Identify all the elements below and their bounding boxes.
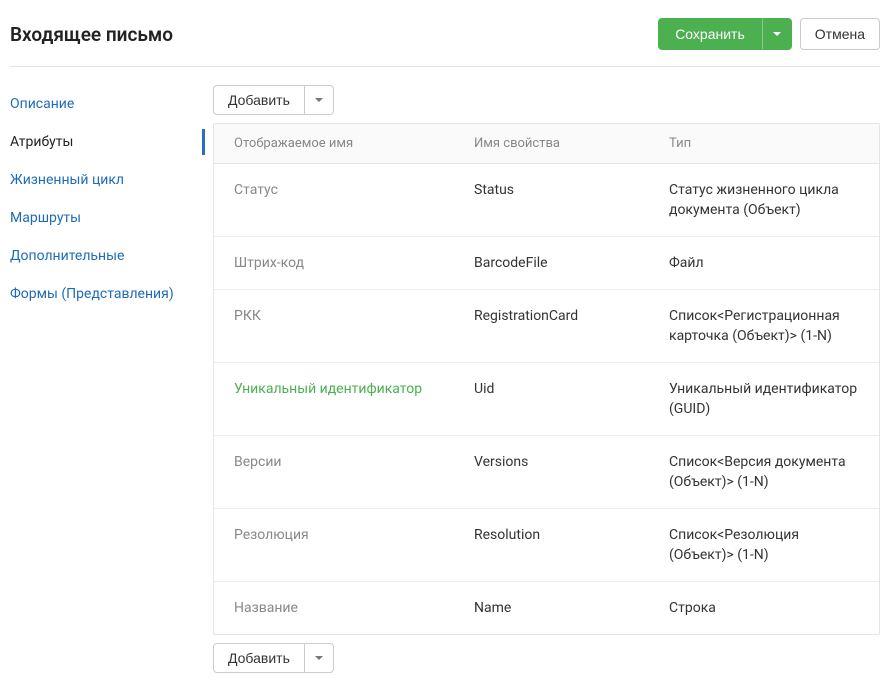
- column-header-display: Отображаемое имя: [214, 124, 454, 163]
- cell-display-name: Резолюция: [214, 509, 454, 581]
- table-row[interactable]: Уникальный идентификаторUidУникальный ид…: [214, 363, 879, 436]
- cell-display-name: Название: [214, 582, 454, 634]
- sidebar-item-attributes[interactable]: Атрибуты: [10, 123, 205, 161]
- page-title: Входящее письмо: [10, 23, 173, 46]
- page-header: Входящее письмо Сохранить Отмена: [10, 12, 880, 67]
- table-row[interactable]: РезолюцияResolutionСписок<Резолюция (Объ…: [214, 509, 879, 582]
- sidebar-item-forms[interactable]: Формы (Представления): [10, 275, 205, 313]
- table-body: СтатусStatusСтатус жизненного цикла доку…: [214, 164, 879, 634]
- table-header: Отображаемое имя Имя свойства Тип: [214, 124, 879, 164]
- cell-property-name: Resolution: [454, 509, 649, 581]
- cell-property-name: Status: [454, 164, 649, 236]
- add-button-group-top: Добавить: [213, 85, 880, 115]
- save-button[interactable]: Сохранить: [658, 18, 762, 50]
- cell-property-name: Versions: [454, 436, 649, 508]
- cell-type: Статус жизненного цикла документа (Объек…: [649, 164, 879, 236]
- sidebar-item-lifecycle[interactable]: Жизненный цикл: [10, 161, 205, 199]
- sidebar: ОписаниеАтрибутыЖизненный циклМаршрутыДо…: [10, 85, 213, 681]
- chevron-down-icon: [315, 656, 323, 660]
- save-button-group: Сохранить: [658, 18, 792, 50]
- table-row[interactable]: РККRegistrationCardСписок<Регистрационна…: [214, 290, 879, 363]
- table-row[interactable]: ВерсииVersionsСписок<Версия документа (О…: [214, 436, 879, 509]
- main-content: Добавить Отображаемое имя Имя свойства Т…: [213, 85, 880, 681]
- attributes-table: Отображаемое имя Имя свойства Тип Статус…: [213, 123, 880, 635]
- cell-property-name: Uid: [454, 363, 649, 435]
- cell-type: Строка: [649, 582, 879, 634]
- cell-property-name: Name: [454, 582, 649, 634]
- table-row[interactable]: Штрих-кодBarcodeFileФайл: [214, 237, 879, 290]
- cell-property-name: RegistrationCard: [454, 290, 649, 362]
- cell-display-name: Версии: [214, 436, 454, 508]
- sidebar-item-description[interactable]: Описание: [10, 85, 205, 123]
- table-row[interactable]: НазваниеNameСтрока: [214, 582, 879, 634]
- sidebar-item-routes[interactable]: Маршруты: [10, 199, 205, 237]
- add-dropdown-button[interactable]: [305, 643, 334, 673]
- table-row[interactable]: СтатусStatusСтатус жизненного цикла доку…: [214, 164, 879, 237]
- cell-type: Список<Версия документа (Объект)> (1-N): [649, 436, 879, 508]
- chevron-down-icon: [315, 98, 323, 102]
- add-button[interactable]: Добавить: [213, 85, 305, 115]
- column-header-type: Тип: [649, 124, 879, 163]
- cancel-button[interactable]: Отмена: [800, 18, 880, 50]
- sidebar-item-additional[interactable]: Дополнительные: [10, 237, 205, 275]
- cell-property-name: BarcodeFile: [454, 237, 649, 289]
- save-dropdown-button[interactable]: [762, 18, 792, 50]
- cell-display-name: Статус: [214, 164, 454, 236]
- cell-type: Список<Резолюция (Объект)> (1-N): [649, 509, 879, 581]
- cell-display-name: Штрих-код: [214, 237, 454, 289]
- header-actions: Сохранить Отмена: [658, 18, 880, 50]
- cell-display-name: Уникальный идентификатор: [214, 363, 454, 435]
- cell-type: Список<Регистрационная карточка (Объект)…: [649, 290, 879, 362]
- column-header-prop: Имя свойства: [454, 124, 649, 163]
- add-button[interactable]: Добавить: [213, 643, 305, 673]
- cell-type: Файл: [649, 237, 879, 289]
- add-dropdown-button[interactable]: [305, 85, 334, 115]
- add-button-group-bottom: Добавить: [213, 643, 880, 673]
- cell-display-name: РКК: [214, 290, 454, 362]
- chevron-down-icon: [773, 32, 781, 36]
- cell-type: Уникальный идентификатор (GUID): [649, 363, 879, 435]
